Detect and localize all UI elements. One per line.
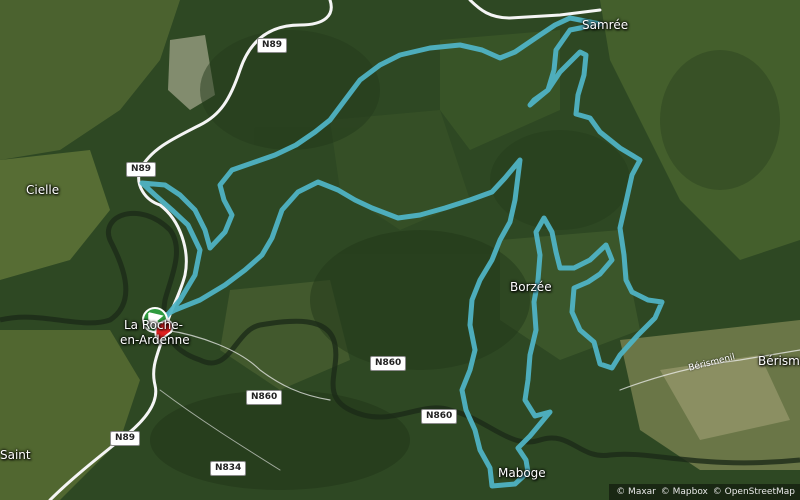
- road-shield-n89-bottom: N89: [110, 431, 141, 446]
- map-attribution: © Maxar © Mapbox © OpenStreetMap: [609, 484, 800, 500]
- map-view[interactable]: Samrée Cielle La Roche- en-Ardenne Borzé…: [0, 0, 800, 500]
- road-shield-n89-top: N89: [257, 38, 288, 53]
- road-shield-n89-left: N89: [126, 162, 157, 177]
- place-label-saint: Saint: [0, 448, 31, 462]
- place-label-samree: Samrée: [582, 18, 629, 32]
- place-label-borzee: Borzée: [510, 280, 552, 294]
- road-shield-n860-c: N860: [421, 409, 458, 424]
- road-shield-n860-b: N860: [246, 390, 283, 405]
- road-shield-n860-a: N860: [370, 356, 407, 371]
- attribution-mapbox[interactable]: © Mapbox: [661, 487, 708, 497]
- place-label-berismenil: Bérism: [758, 354, 800, 368]
- attribution-osm[interactable]: © OpenStreetMap: [713, 487, 795, 497]
- place-label-maboge: Maboge: [498, 466, 546, 480]
- place-label-cielle: Cielle: [26, 183, 60, 197]
- place-label-la-roche-line1: La Roche-: [124, 318, 183, 332]
- road-shield-n834: N834: [210, 461, 247, 476]
- place-label-la-roche-line2: en-Ardenne: [120, 333, 190, 347]
- attribution-maxar[interactable]: © Maxar: [616, 487, 656, 497]
- satellite-imagery: [0, 0, 800, 500]
